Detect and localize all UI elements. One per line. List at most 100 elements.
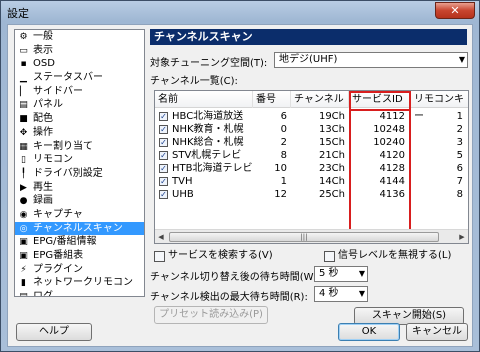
tree-item[interactable]: ▤ ログ	[15, 290, 144, 297]
scroll-right-icon[interactable]: ▶	[456, 231, 468, 243]
tree-item-label: 操作	[33, 126, 53, 138]
plugin-icon: ⚡	[20, 264, 27, 275]
table-row[interactable]: ✓ HTB北海道テレビ 10 23Ch 4128 6	[155, 162, 468, 175]
tree-item[interactable]: ▏ サイドバー	[15, 85, 144, 99]
driver-icon: ╿	[20, 168, 27, 179]
scroll-thumb[interactable]: |||	[169, 232, 439, 242]
tree-item[interactable]: ▭ 表示	[15, 44, 144, 58]
epg-icon: ▣	[19, 237, 28, 248]
table-row[interactable]: ✓ NHK教育・札幌 0 13Ch 10248 2	[155, 123, 468, 136]
help-button[interactable]: ヘルプ	[16, 323, 92, 341]
cell-channel: 14Ch	[318, 176, 345, 187]
tree-item[interactable]: ▮ ネットワークリモコン	[15, 276, 144, 290]
table-row[interactable]: ✓ NHK総合・札幌 2 15Ch 10240 3	[155, 136, 468, 149]
cell-service-id: 4128	[379, 163, 405, 174]
tree-item[interactable]: ▁ ステータスバー	[15, 71, 144, 85]
operation-icon: ✥	[19, 127, 28, 138]
max-detect-wait-select[interactable]: 4 秒 ▼	[314, 286, 368, 302]
tree-item-label: ネットワークリモコン	[33, 277, 133, 289]
tree-item[interactable]: ⚙ 一般	[15, 30, 144, 44]
ok-button[interactable]: OK	[338, 323, 400, 341]
horizontal-scrollbar[interactable]: ◀ ||| ▶	[155, 229, 468, 243]
row-checkbox[interactable]: ✓	[159, 164, 168, 173]
tree-item-label: EPG番組表	[33, 250, 84, 261]
tree-item[interactable]: ✥ 操作	[15, 126, 144, 140]
table-row[interactable]: ✓ STV札幌テレビ 8 21Ch 4120 5	[155, 149, 468, 162]
cell-number: 8	[280, 150, 287, 161]
row-checkbox[interactable]: ✓	[159, 138, 168, 147]
tree-item[interactable]: ▤ パネル	[15, 98, 144, 112]
tree-item[interactable]: ╿ ドライバ別設定	[15, 167, 144, 181]
tree-item[interactable]: ◎ チャンネルスキャン	[15, 221, 144, 236]
tree-item-label: ログ	[33, 291, 53, 297]
close-button[interactable]: ✕	[435, 2, 475, 19]
tree-item[interactable]: ▶ 再生	[15, 181, 144, 195]
max-detect-wait-value: 4 秒	[319, 288, 339, 299]
statusbar-icon: ▁	[20, 73, 27, 84]
cell-channel: 13Ch	[318, 124, 345, 135]
wait-after-switch-label: チャンネル切り替え後の待ち時間(W):	[150, 272, 321, 283]
tree-item[interactable]: ◉ キャプチャ	[15, 208, 144, 222]
cell-remote-key: 1	[456, 111, 463, 122]
remote-icon: ▯	[21, 155, 26, 166]
tree-item[interactable]: ▯ リモコン	[15, 153, 144, 167]
col-header-number[interactable]: 番号	[253, 91, 291, 108]
cell-remote-key: 8	[456, 189, 463, 200]
row-checkbox[interactable]: ✓	[159, 177, 168, 186]
table-row[interactable]: ✓ TVH 1 14Ch 4144 7	[155, 175, 468, 188]
wait-after-switch-value: 5 秒	[319, 268, 339, 279]
play-icon: ▶	[20, 182, 27, 193]
tree-item-label: EPG/番組情報	[33, 236, 97, 248]
channel-list-header: 名前 番号 チャンネル サービスID リモコンキー	[155, 91, 468, 122]
cell-remote-key: 5	[456, 150, 463, 161]
tree-item[interactable]: ⚡ プラグイン	[15, 263, 144, 277]
cell-service-id: 10240	[373, 137, 405, 148]
cell-service-id: 4144	[379, 176, 405, 187]
cell-number: 10	[274, 163, 287, 174]
row-checkbox[interactable]: ✓	[159, 190, 168, 199]
tuning-space-value: 地デジ(UHF)	[279, 54, 338, 65]
cell-name: NHK総合・札幌	[172, 137, 244, 148]
preset-load-button[interactable]: プリセット読み込み(P)	[154, 306, 268, 324]
cell-name: HBC北海道放送	[172, 111, 244, 122]
cancel-button[interactable]: キャンセル	[406, 323, 468, 341]
col-header-remote-key[interactable]: リモコンキー	[411, 91, 468, 122]
tree-item[interactable]: ▪ OSD	[15, 57, 144, 71]
row-checkbox[interactable]: ✓	[159, 125, 168, 134]
palette-icon: ■	[19, 114, 28, 125]
tree-item[interactable]: ▣ EPG番組表	[15, 249, 144, 263]
row-checkbox[interactable]: ✓	[159, 151, 168, 160]
scroll-left-icon[interactable]: ◀	[155, 231, 167, 243]
table-row[interactable]: ✓ HBC北海道放送 6 19Ch 4112 1	[155, 110, 468, 123]
row-checkbox[interactable]: ✓	[159, 112, 168, 121]
tree-item-label: 再生	[33, 181, 53, 193]
tree-item-label: 表示	[33, 44, 53, 56]
network-remote-icon: ▮	[21, 278, 26, 289]
search-service-checkbox[interactable]: サービスを検索する(V)	[154, 250, 273, 262]
tree-item-label: チャンネルスキャン	[33, 222, 123, 234]
tree-item[interactable]: ▦ キー割り当て	[15, 140, 144, 154]
tree-item-label: リモコン	[33, 154, 73, 166]
tree-item[interactable]: ■ 配色	[15, 112, 144, 126]
tree-item[interactable]: ● 録画	[15, 194, 144, 208]
cell-channel: 25Ch	[318, 189, 345, 200]
cell-remote-key: 7	[456, 176, 463, 187]
col-header-name[interactable]: 名前	[155, 91, 253, 108]
col-header-channel[interactable]: チャンネル	[291, 91, 349, 108]
ignore-signal-checkbox[interactable]: 信号レベルを無視する(L)	[324, 250, 451, 262]
settings-window: 設定 ✕ ⚙ 一般 ▭ 表示 ▪ OSD ▁ ステータスバー ▏ サイドバー ▤ パネル ■ 配色 ✥ 操作 ▦…	[0, 0, 480, 352]
table-row[interactable]: ✓ UHB 12 25Ch 4136 8	[155, 188, 468, 201]
chevron-down-icon: ▼	[358, 289, 365, 298]
tuning-space-select[interactable]: 地デジ(UHF) ▼	[274, 52, 468, 68]
cell-channel: 19Ch	[318, 111, 345, 122]
panel-icon: ▤	[19, 100, 28, 111]
settings-tree[interactable]: ⚙ 一般 ▭ 表示 ▪ OSD ▁ ステータスバー ▏ サイドバー ▤ パネル ■ 配色 ✥ 操作 ▦ キー割り当…	[14, 29, 145, 297]
tree-item[interactable]: ▣ EPG/番組情報	[15, 235, 144, 249]
tree-item-label: 一般	[33, 31, 53, 42]
tree-item-label: ステータスバー	[33, 72, 103, 84]
tree-item-label: OSD	[33, 58, 55, 70]
channel-list[interactable]: 名前 番号 チャンネル サービスID リモコンキー ✓ HBC北海道放送 6 19Ch…	[154, 90, 469, 244]
epg-table-icon: ▣	[19, 251, 28, 261]
wait-after-switch-select[interactable]: 5 秒 ▼	[314, 266, 368, 282]
cell-name: NHK教育・札幌	[172, 124, 244, 135]
